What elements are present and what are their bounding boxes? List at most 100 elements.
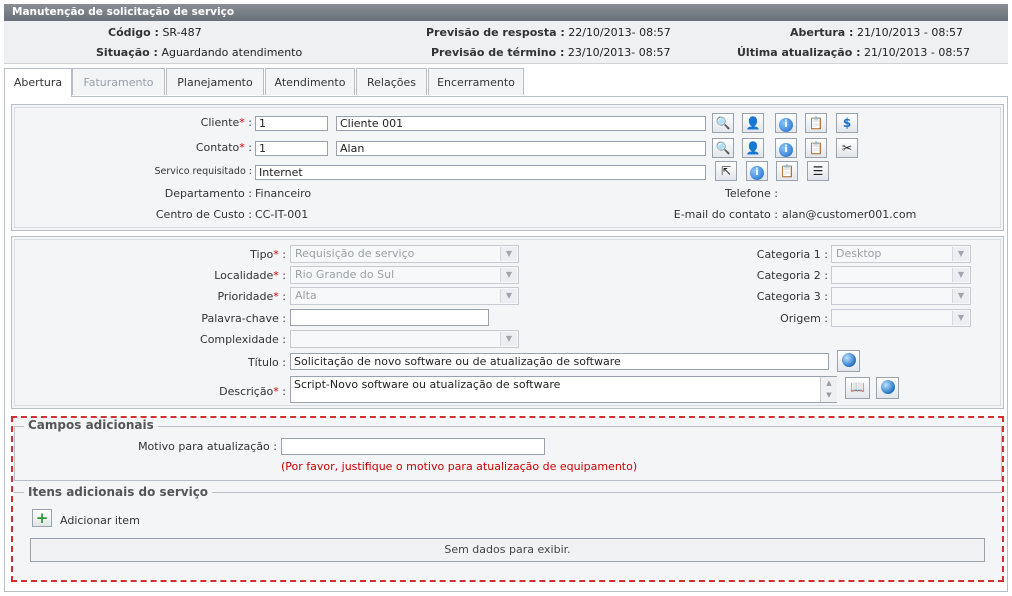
ultima-atualizacao-field: Última atualização : 21/10/2013 - 08:57: [737, 46, 970, 59]
chevron-down-icon: ▼: [500, 289, 517, 303]
required-mark: *: [239, 116, 245, 129]
localidade-select[interactable]: Rio Grande do Sul ▼: [290, 266, 519, 284]
cliente-label-text: Cliente: [200, 116, 240, 129]
localidade-label: Localidade* :: [214, 269, 286, 282]
codigo-field: Código : SR-487: [108, 26, 202, 39]
email-contato-label: E-mail do contato :: [673, 208, 778, 221]
contato-label: Contato* :: [195, 141, 252, 154]
export-icon: ⇱: [720, 164, 732, 178]
window-title: Manutenção de solicitação de serviço: [12, 6, 235, 18]
globe-icon: [880, 380, 895, 394]
departamento-label: Departamento :: [164, 187, 252, 200]
descricao-text: Script-Novo software ou atualização de s…: [294, 378, 561, 391]
categoria2-label: Categoria 2 :: [756, 269, 828, 282]
servico-list-button[interactable]: ☰: [807, 161, 829, 181]
info-icon: i: [779, 143, 793, 157]
categoria3-select[interactable]: ▼: [831, 287, 971, 305]
tab-relacoes[interactable]: Relações: [356, 68, 427, 95]
tab-abertura[interactable]: Abertura: [4, 68, 72, 97]
cliente-search-button[interactable]: 🔍: [712, 113, 734, 133]
contato-person-button[interactable]: 👤: [742, 138, 764, 158]
categoria1-label: Categoria 1 :: [756, 248, 828, 261]
previsao-resposta-value: 22/10/2013- 08:57: [568, 26, 671, 39]
prioridade-label-text: Prioridade: [217, 290, 274, 303]
scroll-up-icon[interactable]: ▲: [821, 377, 837, 389]
notepad-icon: 📋: [808, 141, 824, 155]
departamento-value: Financeiro: [255, 187, 312, 200]
titulo-input[interactable]: Solicitação de novo software ou de atual…: [290, 353, 829, 370]
localidade-label-text: Localidade: [214, 269, 274, 282]
abertura-field: Abertura : 21/10/2013 - 08:57: [790, 26, 963, 39]
required-mark: *: [273, 248, 279, 261]
contato-search-button[interactable]: 🔍: [712, 138, 734, 158]
servico-info-button[interactable]: i: [746, 161, 768, 181]
info-icon: i: [750, 166, 764, 180]
required-mark: *: [239, 141, 245, 154]
descricao-label: Descrição* :: [219, 385, 286, 398]
descricao-book-button[interactable]: 📖: [845, 377, 870, 399]
categoria1-value: Desktop: [836, 247, 882, 260]
contato-notes-button[interactable]: 📋: [805, 138, 827, 158]
chevron-down-icon: ▼: [952, 311, 969, 325]
scroll-down-icon[interactable]: ▼: [821, 389, 837, 401]
contato-code-input[interactable]: 1: [255, 141, 328, 156]
palavra-chave-input[interactable]: [290, 309, 489, 326]
categoria2-select[interactable]: ▼: [831, 266, 971, 284]
window-title-bar: Manutenção de solicitação de serviço: [4, 4, 1008, 21]
person-icon: 👤: [745, 141, 761, 155]
servico-export-button[interactable]: ⇱: [715, 161, 737, 181]
required-mark: *: [273, 385, 279, 398]
servico-label-text: Servico requisitado: [154, 166, 246, 177]
cliente-name-input[interactable]: Cliente 001: [336, 116, 706, 131]
situacao-label: Situação :: [96, 46, 158, 59]
ultima-atualizacao-value: 21/10/2013 - 08:57: [863, 46, 971, 59]
palavra-chave-label: Palavra-chave :: [201, 312, 286, 325]
email-contato-value: alan@customer001.com: [782, 208, 917, 221]
servico-notes-button[interactable]: 📋: [776, 161, 798, 181]
dollar-icon: $: [842, 116, 852, 130]
chevron-down-icon: ▼: [952, 247, 969, 261]
contato-name-input[interactable]: Alan: [336, 141, 706, 156]
prioridade-value: Alta: [295, 289, 317, 302]
titulo-globe-button[interactable]: [837, 350, 860, 372]
centro-custo-value: CC-IT-001: [255, 208, 309, 221]
complexidade-select[interactable]: ▼: [290, 330, 519, 348]
chevron-down-icon: ▼: [500, 268, 517, 282]
tab-atendimento[interactable]: Atendimento: [265, 68, 355, 95]
tab-faturamento[interactable]: Faturamento: [72, 68, 165, 95]
chevron-down-icon: ▼: [952, 289, 969, 303]
highlight-dashed-border: [11, 416, 1004, 582]
chevron-down-icon: ▼: [500, 247, 517, 261]
centro-custo-label: Centro de Custo :: [155, 208, 252, 221]
cliente-info-button[interactable]: i: [775, 113, 797, 133]
list-icon: ☰: [812, 164, 824, 178]
chevron-down-icon: ▼: [500, 332, 517, 346]
cliente-code-input[interactable]: 1: [255, 116, 328, 131]
titulo-label: Título :: [247, 356, 286, 369]
descricao-scrollbar[interactable]: ▲ ▼: [820, 377, 837, 402]
prioridade-select[interactable]: Alta ▼: [290, 287, 519, 305]
categoria3-label: Categoria 3 :: [756, 290, 828, 303]
tipo-select[interactable]: Requisição de serviço ▼: [290, 245, 519, 263]
contato-info-button[interactable]: i: [775, 138, 797, 158]
origem-label: Origem :: [780, 312, 828, 325]
chevron-down-icon: ▼: [952, 268, 969, 282]
descricao-textarea[interactable]: Script-Novo software ou atualização de s…: [290, 376, 837, 403]
cliente-dollar-button[interactable]: $: [836, 113, 858, 133]
cliente-notes-button[interactable]: 📋: [805, 113, 827, 133]
tab-planejamento[interactable]: Planejamento: [166, 68, 264, 95]
origem-select[interactable]: ▼: [831, 309, 971, 327]
abertura-value: 21/10/2013 - 08:57: [856, 26, 964, 39]
magnifier-icon: 🔍: [715, 116, 731, 130]
summary-header: Código : SR-487 Situação : Aguardando at…: [4, 21, 1008, 64]
notepad-icon: 📋: [779, 164, 795, 178]
categoria1-select[interactable]: Desktop ▼: [831, 245, 971, 263]
descricao-globe-button[interactable]: [876, 377, 899, 399]
tipo-label-text: Tipo: [250, 248, 274, 261]
contato-tools-button[interactable]: ✂: [836, 138, 858, 158]
cliente-person-button[interactable]: 👤: [742, 113, 764, 133]
telefone-label: Telefone :: [725, 187, 778, 200]
tipo-label: Tipo* :: [250, 248, 286, 261]
servico-input[interactable]: Internet: [255, 165, 706, 180]
tab-encerramento[interactable]: Encerramento: [428, 68, 524, 95]
